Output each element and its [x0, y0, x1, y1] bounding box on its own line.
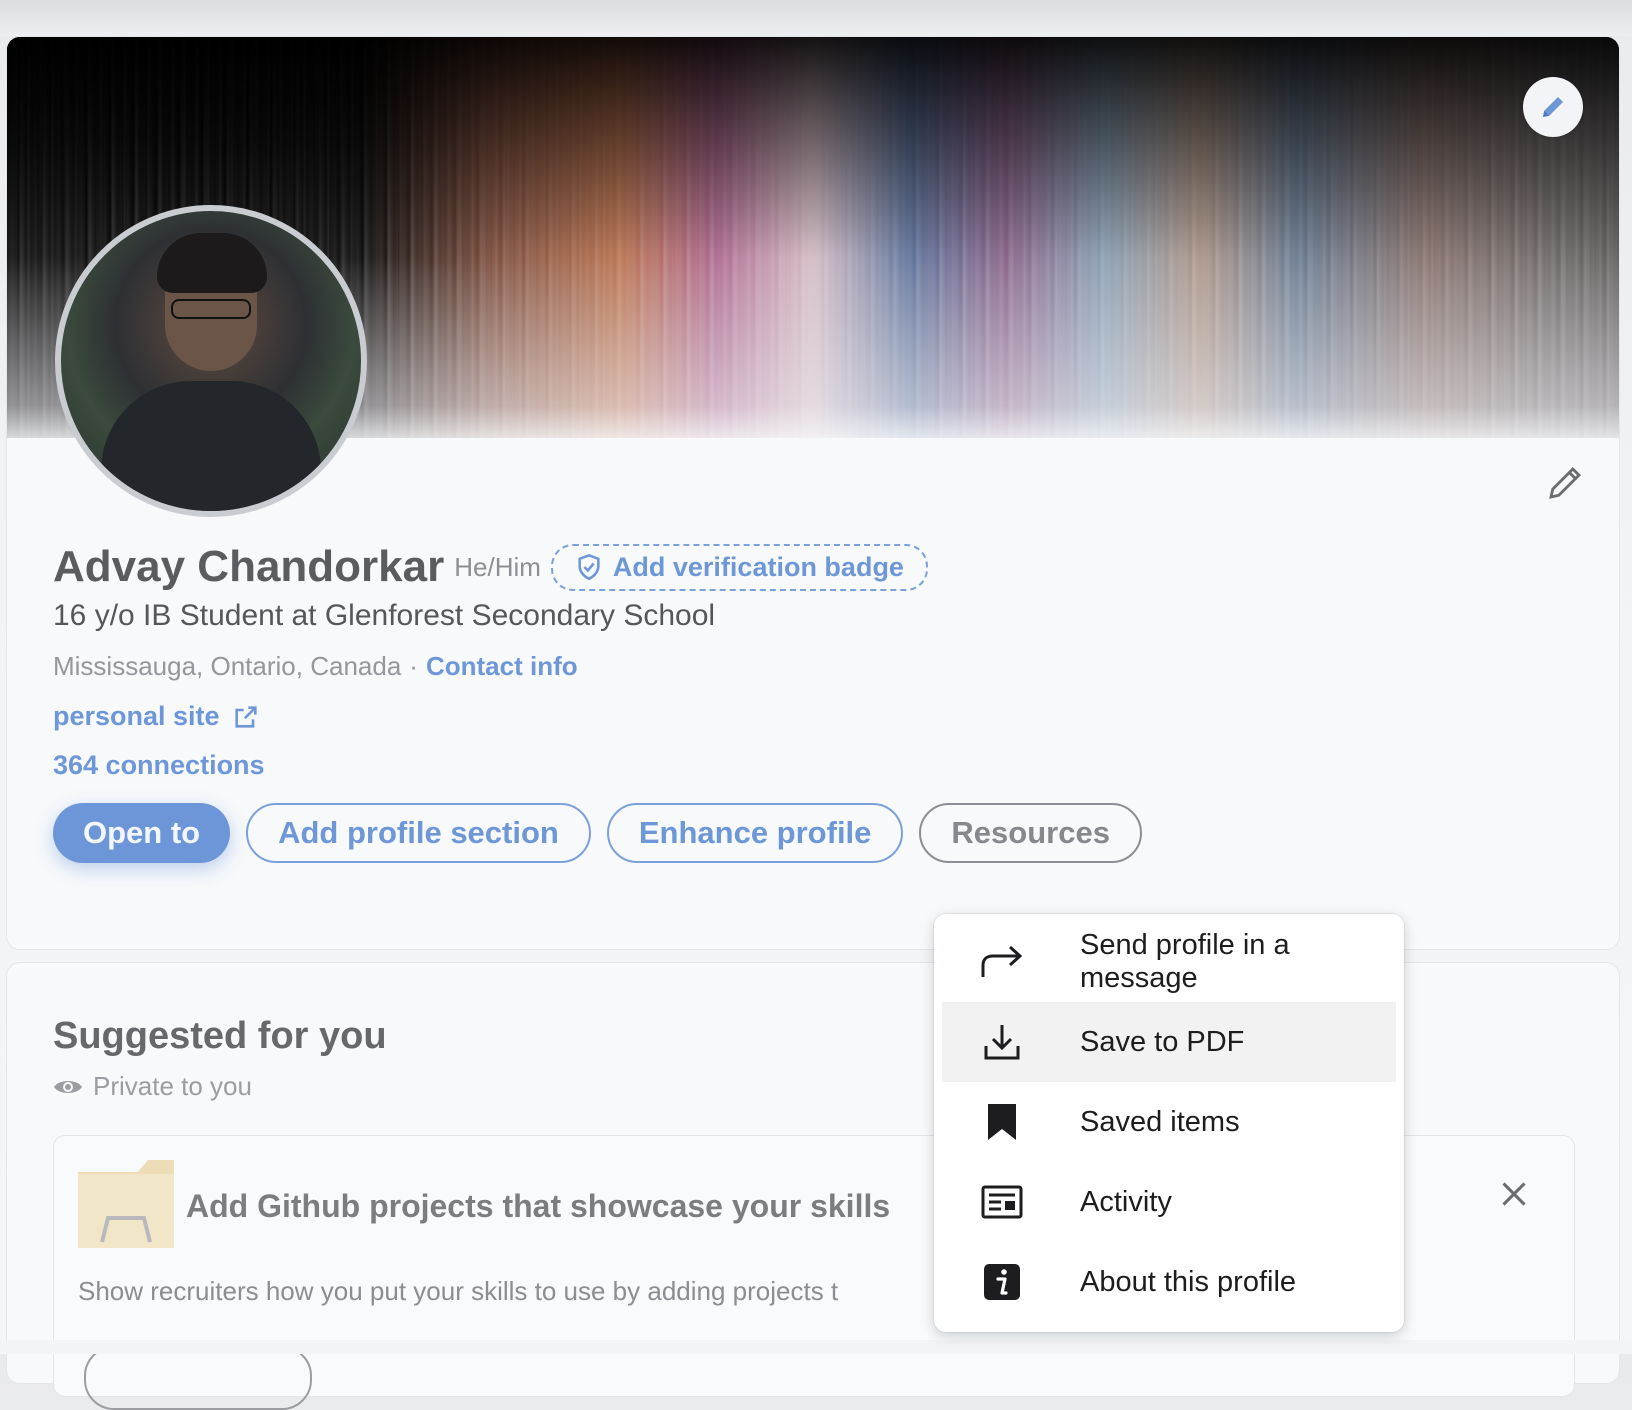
menu-item-about-profile[interactable]: About this profile: [942, 1242, 1396, 1322]
suggestion-title: Add Github projects that showcase your s…: [186, 1188, 891, 1224]
menu-item-send-profile[interactable]: Send profile in a message: [942, 922, 1396, 1002]
dismiss-suggestion-button[interactable]: [1494, 1174, 1534, 1214]
close-icon: [1502, 1182, 1526, 1206]
personal-site-row[interactable]: personal site: [53, 701, 260, 732]
profile-card: Advay Chandorkar He/Him Add verification…: [6, 36, 1620, 950]
enhance-profile-button[interactable]: Enhance profile: [606, 803, 904, 863]
resources-button[interactable]: Resources: [919, 803, 1142, 863]
profile-pronouns: He/Him: [454, 551, 541, 582]
avatar-body: [101, 381, 321, 511]
menu-item-save-pdf[interactable]: Save to PDF: [942, 1002, 1396, 1082]
profile-photo[interactable]: [55, 205, 367, 517]
avatar-hair: [157, 233, 267, 293]
personal-site-link[interactable]: personal site: [53, 701, 220, 732]
profile-location: Mississauga, Ontario, Canada: [53, 651, 402, 681]
menu-item-label: Saved items: [1080, 1105, 1240, 1138]
menu-item-label: Save to PDF: [1080, 1025, 1245, 1058]
suggestion-description: Show recruiters how you put your skills …: [78, 1276, 839, 1306]
verification-label: Add verification badge: [612, 551, 904, 582]
share-arrow-icon: [980, 940, 1024, 984]
open-to-button[interactable]: Open to: [53, 803, 231, 863]
resources-dropdown: Send profile in a message Save to PDF Sa…: [934, 914, 1404, 1332]
name-row: Advay Chandorkar He/Him Add verification…: [53, 542, 928, 592]
external-link-icon: [234, 705, 257, 728]
pencil-icon: [1543, 97, 1563, 117]
location-row: Mississauga, Ontario, Canada · Contact i…: [53, 651, 578, 682]
profile-headline: 16 y/o IB Student at Glenforest Secondar…: [53, 599, 716, 632]
eye-icon: [54, 1080, 82, 1093]
activity-icon: [980, 1180, 1024, 1224]
profile-name: Advay Chandorkar: [53, 542, 445, 591]
add-verification-badge-button[interactable]: Add verification badge: [550, 543, 928, 591]
suggested-title: Suggested for you: [53, 1015, 387, 1057]
avatar-glasses: [171, 299, 251, 319]
edit-intro-button[interactable]: [1541, 459, 1589, 507]
menu-item-label: Activity: [1080, 1185, 1172, 1218]
profile-actions: Open to Add profile section Enhance prof…: [53, 803, 1142, 863]
bookmark-icon: [980, 1100, 1024, 1144]
menu-item-saved-items[interactable]: Saved items: [942, 1082, 1396, 1162]
menu-item-activity[interactable]: Activity: [942, 1162, 1396, 1242]
info-icon: [980, 1260, 1024, 1304]
window-bottom-edge: [0, 1340, 1632, 1354]
add-projects-button[interactable]: [84, 1346, 312, 1410]
folder-icon: [78, 1160, 174, 1248]
menu-item-label: Send profile in a message: [1080, 929, 1290, 994]
download-icon: [980, 1020, 1024, 1064]
edit-banner-button[interactable]: [1523, 77, 1583, 137]
window-top-frame: [0, 0, 1632, 36]
location-separator: ·: [409, 651, 418, 681]
menu-item-label: About this profile: [1080, 1265, 1297, 1298]
privacy-label: Private to you: [93, 1071, 252, 1101]
shield-check-icon: [578, 553, 600, 581]
add-profile-section-button[interactable]: Add profile section: [246, 803, 591, 863]
connections-link[interactable]: 364 connections: [53, 750, 265, 781]
privacy-note: Private to you: [53, 1071, 252, 1102]
pencil-outline-icon: [1549, 467, 1581, 499]
contact-info-link[interactable]: Contact info: [426, 651, 578, 682]
